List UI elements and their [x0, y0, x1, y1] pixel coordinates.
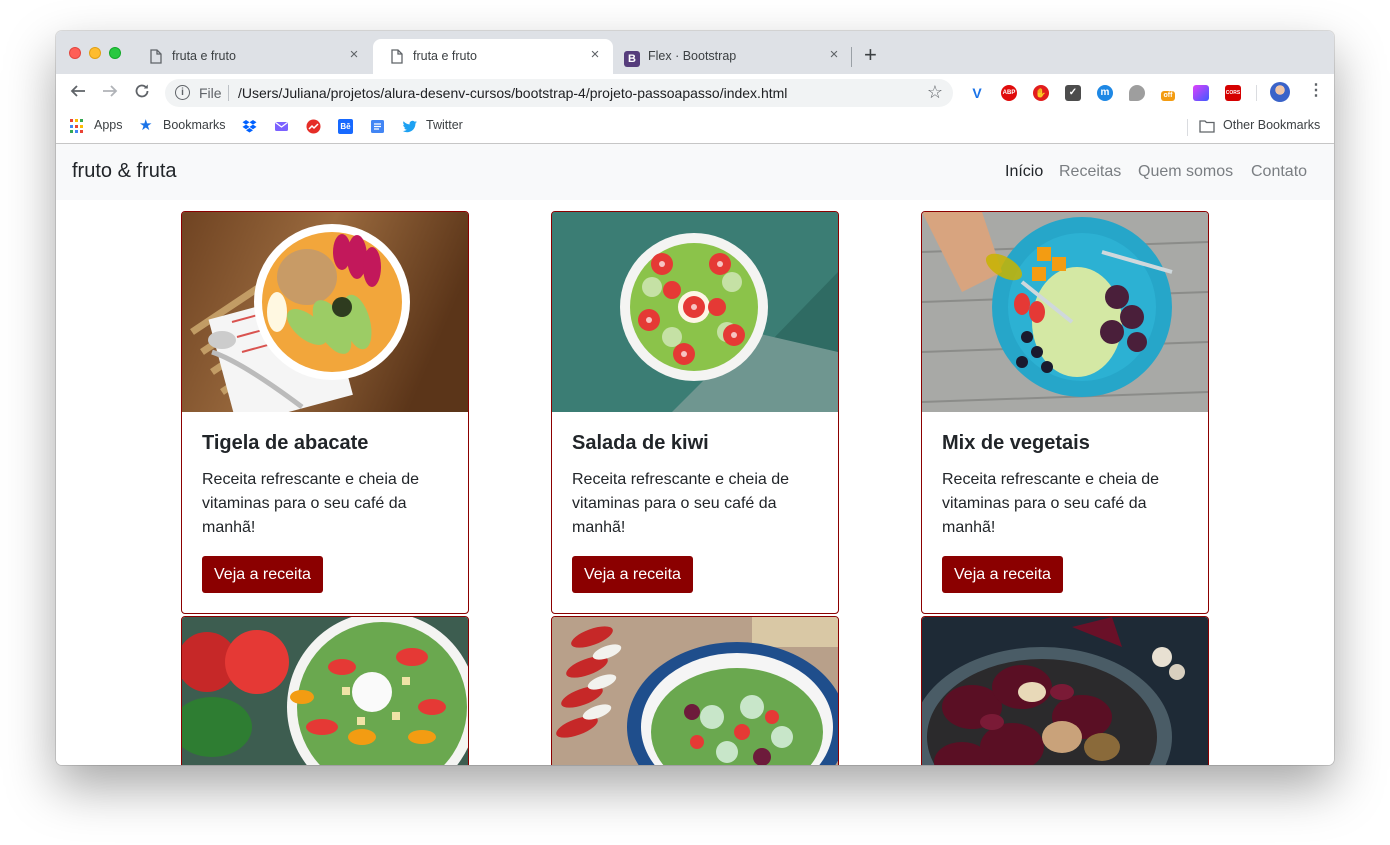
tab-title: Flex · Bootstrap: [648, 49, 737, 63]
adblock-hand-icon[interactable]: ✋: [1033, 85, 1049, 101]
off-extension-icon[interactable]: off: [1161, 91, 1175, 101]
browser-window: fruta e fruto × fruta e fruto × B Flex ·…: [56, 31, 1334, 765]
dropbox-icon[interactable]: [242, 119, 257, 134]
card-title: Tigela de abacate: [202, 432, 369, 454]
bookmark-star-icon[interactable]: ☆: [927, 82, 943, 103]
gradient-extension-icon[interactable]: [1193, 85, 1209, 101]
close-tab-icon[interactable]: ×: [346, 46, 362, 63]
nav-link-receitas[interactable]: Receitas: [1059, 163, 1121, 181]
trend-icon[interactable]: [306, 119, 321, 134]
document-icon: [391, 49, 403, 69]
behance-icon[interactable]: Bē: [338, 119, 353, 134]
site-navbar: fruto & fruta Início Receitas Quem somos…: [56, 144, 1334, 200]
twitter-icon[interactable]: [402, 119, 417, 134]
folder-icon: [1199, 119, 1215, 134]
chat-bubble-icon[interactable]: [1129, 85, 1145, 101]
menu-kebab-icon[interactable]: ⋮: [1308, 83, 1324, 99]
bookmark-other[interactable]: Other Bookmarks: [1223, 118, 1320, 132]
recipe-card: [181, 616, 469, 765]
vivaldi-icon[interactable]: V: [969, 85, 985, 101]
docs-icon[interactable]: [370, 119, 385, 134]
tab-strip: fruta e fruto × fruta e fruto × B Flex ·…: [56, 31, 1334, 74]
kiwi-salad-image: [552, 212, 838, 412]
card-text: Receita refrescante e cheia de vitaminas…: [572, 471, 790, 536]
page-viewport: fruto & fruta Início Receitas Quem somos…: [56, 144, 1334, 765]
tab-2-active[interactable]: fruta e fruto ×: [373, 39, 613, 74]
recipe-card: [921, 616, 1209, 765]
profile-avatar[interactable]: [1270, 82, 1290, 102]
close-tab-icon[interactable]: ×: [826, 46, 842, 63]
bootstrap-icon: B: [624, 49, 640, 67]
bookmark-bookmarks[interactable]: Bookmarks: [163, 118, 226, 132]
bookmarks-bar: Apps ★ Bookmarks Bē Twitter Other Bookma…: [56, 112, 1334, 144]
site-brand[interactable]: fruto & fruta: [72, 160, 177, 183]
nav-link-inicio[interactable]: Início: [1005, 163, 1043, 181]
cors-icon[interactable]: CORS: [1225, 85, 1241, 101]
bookmarks-separator: [1187, 119, 1188, 136]
tab-separator: [851, 47, 852, 67]
bookmark-apps[interactable]: Apps: [94, 118, 123, 132]
see-recipe-button[interactable]: Veja a receita: [942, 556, 1063, 593]
browser-toolbar: i File /Users/Juliana/projetos/alura-des…: [56, 74, 1334, 112]
roasted-beets-image: [922, 617, 1208, 765]
tab-title: fruta e fruto: [413, 49, 477, 63]
nav-link-quem-somos[interactable]: Quem somos: [1138, 163, 1233, 181]
toolbar-divider: [1256, 85, 1257, 101]
m-extension-icon[interactable]: m: [1097, 85, 1113, 101]
card-text: Receita refrescante e cheia de vitaminas…: [202, 471, 420, 536]
tab-1[interactable]: fruta e fruto ×: [132, 39, 372, 74]
recipe-card: [551, 616, 839, 765]
star-icon: ★: [139, 117, 153, 134]
card-title: Mix de vegetais: [942, 432, 1090, 454]
reload-icon[interactable]: [134, 83, 150, 102]
avocado-bowl-image: [182, 212, 468, 412]
new-tab-button[interactable]: +: [864, 44, 877, 66]
forward-arrow-icon[interactable]: [102, 83, 118, 102]
maximize-window-button[interactable]: [109, 47, 121, 59]
close-tab-icon[interactable]: ×: [587, 46, 603, 63]
nav-link-contato[interactable]: Contato: [1251, 163, 1307, 181]
card-title: Salada de kiwi: [572, 432, 709, 454]
pocket-icon[interactable]: ✓: [1065, 85, 1081, 101]
minimize-window-button[interactable]: [89, 47, 101, 59]
info-icon[interactable]: i: [175, 85, 190, 100]
see-recipe-button[interactable]: Veja a receita: [572, 556, 693, 593]
scheme-label: File: [199, 85, 222, 101]
card-text: Receita refrescante e cheia de vitaminas…: [942, 471, 1160, 536]
apps-grid-icon[interactable]: [70, 119, 85, 134]
close-window-button[interactable]: [69, 47, 81, 59]
bookmark-twitter[interactable]: Twitter: [426, 118, 463, 132]
mail-icon[interactable]: [274, 119, 289, 134]
see-recipe-button[interactable]: Veja a receita: [202, 556, 323, 593]
adblock-plus-icon[interactable]: ABP: [1001, 85, 1017, 101]
url-text[interactable]: /Users/Juliana/projetos/alura-desenv-cur…: [238, 85, 787, 101]
recipe-card: Tigela de abacate Receita refrescante e …: [181, 211, 469, 614]
tomato-salad-image: [182, 617, 468, 765]
green-salad-image: [552, 617, 838, 765]
recipe-card: Salada de kiwi Receita refrescante e che…: [551, 211, 839, 614]
vegetable-mix-image: [922, 212, 1208, 412]
tab-3[interactable]: B Flex · Bootstrap ×: [614, 39, 852, 74]
recipe-card: Mix de vegetais Receita refrescante e ch…: [921, 211, 1209, 614]
document-icon: [150, 49, 162, 69]
back-arrow-icon[interactable]: [70, 83, 86, 102]
address-bar[interactable]: i File /Users/Juliana/projetos/alura-des…: [165, 79, 953, 107]
address-divider: [228, 85, 229, 101]
tab-title: fruta e fruto: [172, 49, 236, 63]
